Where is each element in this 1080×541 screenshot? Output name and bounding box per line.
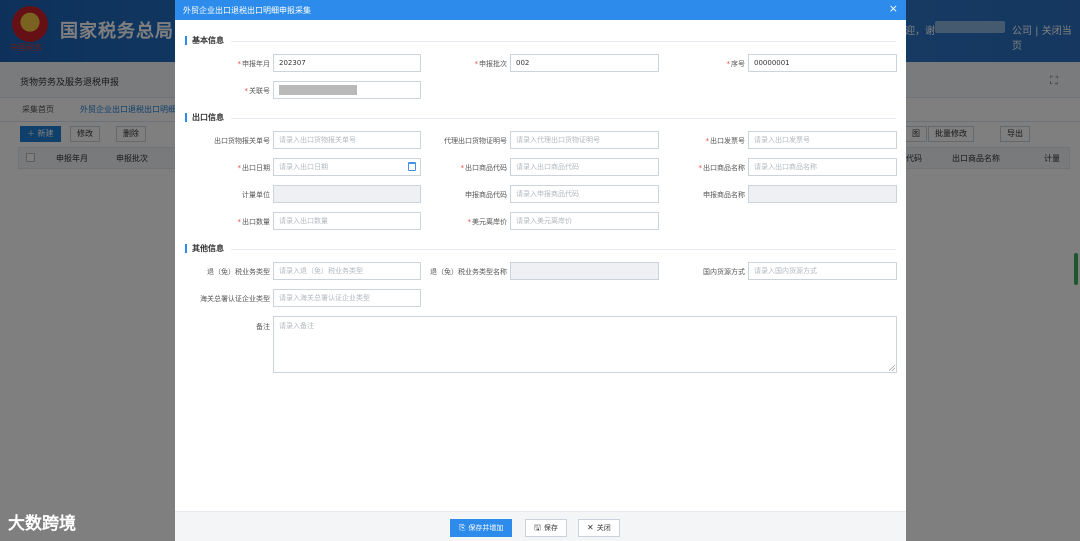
serial-no-label: *序号: [726, 60, 746, 68]
export-date-label: *出口日期: [237, 164, 271, 172]
close-icon[interactable]: ×: [889, 3, 898, 15]
serial-no-input[interactable]: 00000001: [748, 54, 897, 72]
section-other-info: 其他信息: [185, 244, 224, 253]
divider: [231, 118, 896, 119]
link-no-label: *关联号: [244, 87, 271, 95]
goods-name-label: *出口商品名称: [698, 164, 746, 172]
unit-input: [273, 185, 421, 203]
export-date-placeholder: 请录入出口日期: [279, 163, 328, 171]
calendar-icon[interactable]: [408, 162, 416, 171]
decl-goods-code-label: 申报商品代码: [465, 191, 507, 199]
declare-month-label: *申报年月: [237, 60, 271, 68]
remark-placeholder: 请录入备注: [279, 322, 314, 330]
decl-goods-name-input: [748, 185, 897, 203]
save-icon: 🖫: [534, 523, 541, 532]
redacted-value: [279, 85, 357, 95]
invoice-no-label: *出口发票号: [705, 137, 746, 145]
goods-name-input[interactable]: 请录入出口商品名称: [748, 158, 897, 176]
save-add-icon: ⎘: [459, 523, 466, 532]
export-detail-dialog: 外贸企业出口退税出口明细申报采集 × 基本信息 *申报年月 202307 *申报…: [175, 0, 906, 541]
export-qty-input[interactable]: 请录入出口数量: [273, 212, 421, 230]
close-button[interactable]: ✕ 关闭: [578, 519, 620, 537]
agency-cert-no-label: 代理出口货物证明号: [444, 137, 507, 145]
domestic-source-input[interactable]: 请录入国内货源方式: [748, 262, 897, 280]
declare-batch-input[interactable]: 002: [510, 54, 659, 72]
save-button[interactable]: 🖫 保存: [525, 519, 567, 537]
agency-cert-no-input[interactable]: 请录入代理出口货物证明号: [510, 131, 659, 149]
export-qty-label: *出口数量: [237, 218, 271, 226]
watermark: 大数跨境: [8, 514, 76, 534]
dialog-header: 外贸企业出口退税出口明细申报采集 ×: [175, 0, 906, 20]
usd-fob-input[interactable]: 请录入美元离岸价: [510, 212, 659, 230]
export-date-input[interactable]: 请录入出口日期: [273, 158, 421, 176]
declare-month-input[interactable]: 202307: [273, 54, 421, 72]
close-x-icon: ✕: [587, 523, 594, 532]
save-and-add-button[interactable]: ⎘ 保存并增加: [450, 519, 513, 537]
usd-fob-label: *美元离岸价: [467, 218, 508, 226]
declare-batch-label: *申报批次: [474, 60, 508, 68]
section-basic-info: 基本信息: [185, 36, 224, 45]
goods-code-input[interactable]: 请录入出口商品代码: [510, 158, 659, 176]
decl-goods-code-input[interactable]: 请录入申报商品代码: [510, 185, 659, 203]
goods-code-label: *出口商品代码: [460, 164, 508, 172]
remark-label: 备注: [256, 323, 270, 331]
dialog-title: 外贸企业出口退税出口明细申报采集: [183, 6, 311, 15]
divider: [231, 249, 896, 250]
divider: [231, 41, 896, 42]
unit-label: 计量单位: [242, 191, 270, 199]
refund-type-input[interactable]: 请录入退（免）税业务类型: [273, 262, 421, 280]
customs-cert-type-label: 海关总署认证企业类型: [200, 295, 270, 303]
decl-goods-name-label: 申报商品名称: [703, 191, 745, 199]
customs-decl-no-label: 出口货物报关单号: [214, 137, 270, 145]
customs-decl-no-input[interactable]: 请录入出口货物报关单号: [273, 131, 421, 149]
refund-type-name-label: 退（免）税业务类型名称: [430, 268, 507, 276]
resize-handle-icon[interactable]: [889, 365, 895, 371]
invoice-no-input[interactable]: 请录入出口发票号: [748, 131, 897, 149]
remark-textarea[interactable]: 请录入备注: [273, 316, 897, 373]
section-export-info: 出口信息: [185, 113, 224, 122]
refund-type-name-input: [510, 262, 659, 280]
customs-cert-type-input[interactable]: 请录入海关总署认证企业类型: [273, 289, 421, 307]
link-no-input[interactable]: [273, 81, 421, 99]
domestic-source-label: 国内货源方式: [703, 268, 745, 276]
refund-type-label: 退（免）税业务类型: [207, 268, 270, 276]
